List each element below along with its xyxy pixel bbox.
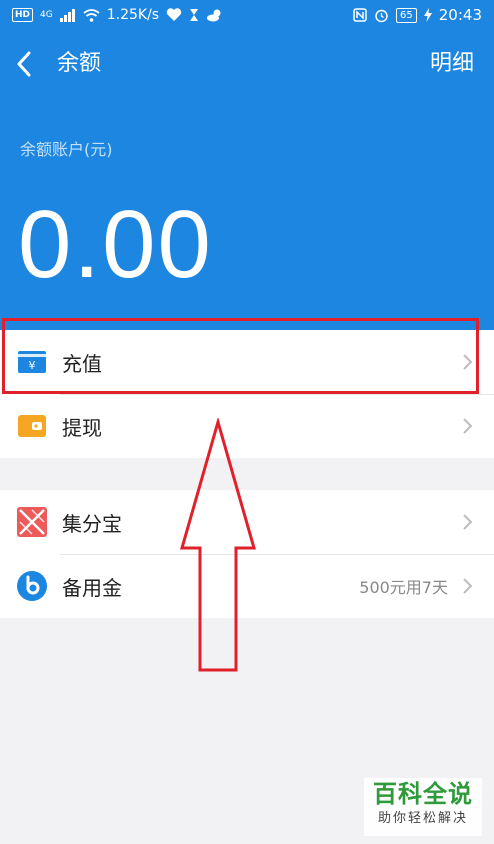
jifenbao-row[interactable]: 集分宝: [0, 490, 494, 554]
page-title: 余额: [57, 51, 102, 76]
chevron-right-icon: [463, 418, 473, 434]
hourglass-icon: [190, 9, 199, 21]
beiyongjin-icon: [17, 571, 47, 601]
hd-badge: HD: [12, 8, 34, 22]
jifenbao-label: 集分宝: [62, 511, 122, 536]
status-bar: HD 4G 1.25K/s 65 20:43: [0, 0, 494, 30]
recharge-icon: ¥: [17, 347, 47, 377]
battery-level: 65: [396, 7, 417, 23]
chevron-left-icon: [17, 51, 31, 77]
wallet-icon: [17, 411, 47, 441]
detail-button[interactable]: 明细: [430, 48, 474, 80]
beiyongjin-row[interactable]: 备用金 500元用7天: [0, 554, 494, 618]
funds-actions-list: ¥ 充值 提现: [0, 330, 494, 458]
recharge-label: 充值: [62, 351, 102, 376]
heart-rate-icon: [166, 8, 182, 21]
network-speed: 1.25K/s: [106, 7, 160, 23]
svg-text:¥: ¥: [29, 359, 36, 372]
watermark-title: 百科全说: [373, 780, 473, 808]
nfc-icon: [353, 8, 367, 22]
jifenbao-icon: [17, 507, 47, 537]
beiyongjin-label: 备用金: [62, 575, 122, 600]
balance-amount: 0.00: [18, 191, 213, 298]
clock: 20:43: [438, 6, 482, 24]
charging-icon: [423, 8, 432, 22]
network-type: 4G: [40, 10, 53, 20]
alarm-icon: [375, 9, 388, 22]
recharge-row[interactable]: ¥ 充值: [0, 330, 494, 394]
back-button[interactable]: [16, 50, 40, 78]
wifi-icon: [83, 8, 100, 22]
watermark-logo: 百科全说 助你轻松解决: [364, 778, 482, 836]
weather-icon: [207, 9, 221, 22]
signal-icon: [59, 8, 75, 22]
withdraw-row[interactable]: 提现: [0, 394, 494, 458]
account-label: 余额账户(元): [20, 140, 113, 159]
beiyongjin-note: 500元用7天: [359, 578, 448, 597]
chevron-right-icon: [463, 354, 473, 370]
chevron-right-icon: [463, 514, 473, 530]
balance-header: 余额 明细 余额账户(元) 0.00: [0, 30, 494, 330]
extras-list: 集分宝 备用金 500元用7天: [0, 490, 494, 618]
watermark-subtitle: 助你轻松解决: [377, 811, 468, 826]
chevron-right-icon: [463, 578, 473, 594]
withdraw-label: 提现: [62, 415, 102, 440]
